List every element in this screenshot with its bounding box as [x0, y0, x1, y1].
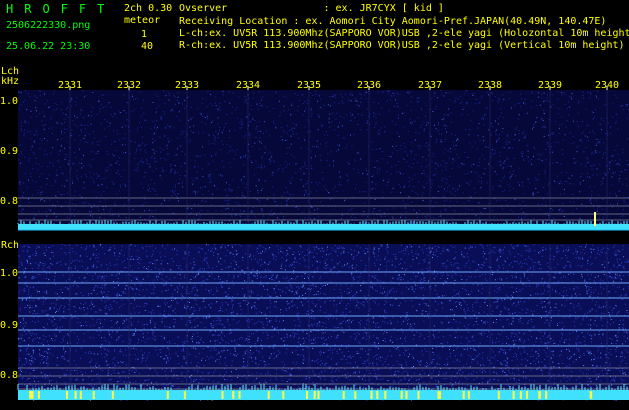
meteor-mark — [519, 391, 522, 399]
meteor-mark — [512, 391, 515, 399]
rch-baseline — [18, 390, 629, 400]
lch-waterfall-panel — [18, 90, 629, 230]
meteor-mark — [594, 212, 596, 226]
meteor-mark — [221, 391, 224, 399]
meteor-mark — [497, 391, 500, 399]
meteor-mark — [306, 391, 308, 399]
meteor-mark — [313, 391, 316, 399]
meteor-mark — [238, 391, 241, 399]
meteor-mark — [74, 391, 77, 399]
meteor-mark — [342, 391, 345, 399]
meteor-mark — [462, 391, 465, 399]
meteor-mark — [405, 391, 408, 399]
meteor-mark — [545, 391, 548, 399]
meteor-mark — [111, 391, 114, 399]
meteor-mark — [438, 391, 441, 399]
meteor-mark — [400, 391, 403, 399]
meteor-mark — [37, 391, 40, 399]
meteor-mark — [376, 391, 379, 399]
meteor-mark — [526, 391, 529, 399]
meteor-mark — [590, 391, 593, 399]
meteor-mark — [79, 391, 82, 399]
meteor-mark — [354, 391, 357, 399]
meteor-mark — [232, 391, 235, 399]
meteor-mark — [31, 391, 34, 399]
meteor-mark — [370, 391, 373, 399]
lch-baseline — [18, 224, 629, 230]
meteor-mark — [183, 391, 186, 399]
meteor-mark — [66, 391, 68, 399]
meteor-mark — [267, 391, 270, 399]
meteor-mark — [282, 391, 285, 399]
rch-waterfall-panel — [18, 244, 629, 400]
meteor-mark — [538, 391, 541, 399]
meteor-mark — [92, 391, 95, 399]
waterfall-spectrogram — [17, 86, 629, 401]
meteor-mark — [417, 391, 420, 399]
meteor-mark — [467, 391, 470, 399]
meteor-mark — [166, 391, 169, 399]
meteor-mark — [384, 391, 387, 399]
meteor-mark — [317, 391, 320, 399]
